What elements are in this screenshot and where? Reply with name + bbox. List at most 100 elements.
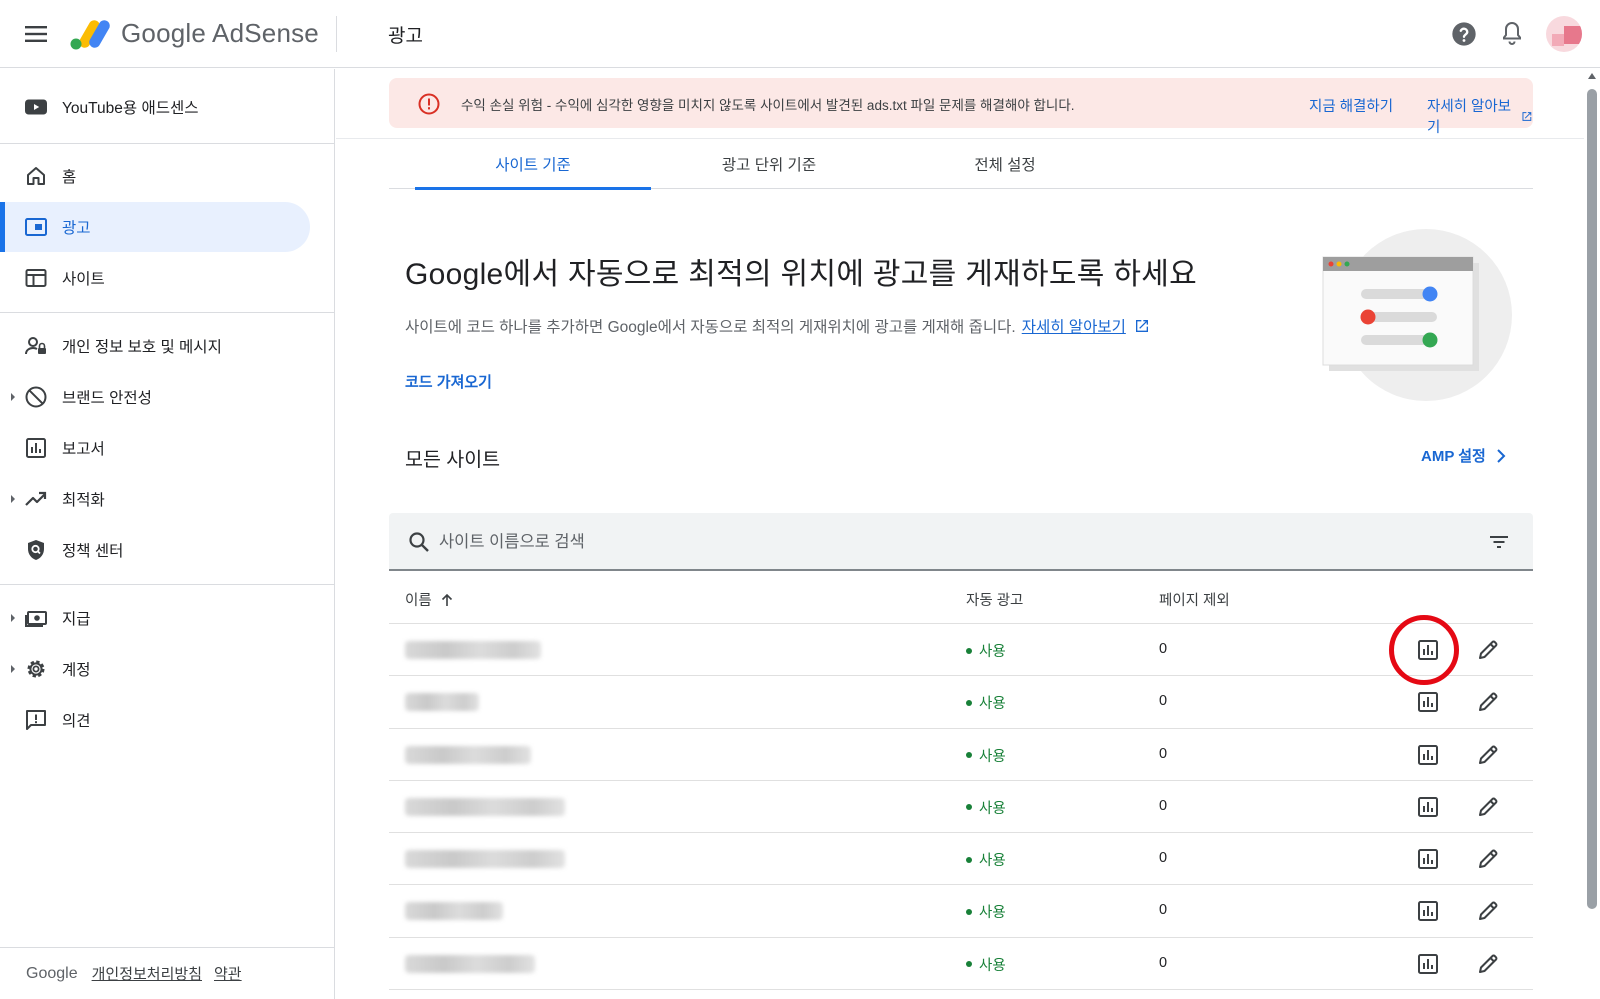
sidebar-item-account[interactable]: 계정 xyxy=(0,644,310,694)
fix-now-button[interactable]: 지금 해결하기 xyxy=(1309,95,1393,116)
column-header-name-label: 이름 xyxy=(405,593,432,609)
feedback-icon xyxy=(26,710,46,730)
auto-ads-status-label: 사용 xyxy=(979,800,1006,817)
sidebar-item-privacy-messaging[interactable]: 개인 정보 보호 및 메시지 xyxy=(0,321,310,371)
view-report-button[interactable] xyxy=(1416,899,1440,923)
sidebar-item-label: YouTube용 애드센스 xyxy=(62,100,199,117)
page-scrollbar[interactable] xyxy=(1584,69,1600,999)
site-name-redacted[interactable] xyxy=(405,850,565,869)
sidebar-item-reports[interactable]: 보고서 xyxy=(0,423,310,473)
filter-icon[interactable] xyxy=(1487,530,1511,554)
auto-ads-learn-more-link[interactable]: 자세히 알아보기 xyxy=(1022,315,1126,337)
auto-ads-status: 사용 xyxy=(966,745,1006,766)
table-row: 사용 0 xyxy=(389,781,1533,834)
notifications-button[interactable] xyxy=(1500,20,1526,48)
privacy-icon xyxy=(25,337,46,355)
edit-pencil-icon[interactable] xyxy=(1476,847,1500,871)
terms-link[interactable]: 약관 xyxy=(214,963,242,984)
side-navigation: YouTube용 애드센스 홈 광고 사이트 개인 정보 보호 및 메시지 브랜… xyxy=(0,69,335,999)
scrollbar-thumb[interactable] xyxy=(1587,89,1597,909)
open-in-new-icon xyxy=(1135,320,1148,332)
tab-by-ad-unit[interactable]: 광고 단위 기준 xyxy=(651,139,887,189)
status-dot xyxy=(966,699,972,706)
adsense-logo xyxy=(70,17,110,51)
main-menu-button[interactable] xyxy=(18,20,54,48)
account-avatar[interactable] xyxy=(1546,16,1582,52)
tab-by-site[interactable]: 사이트 기준 xyxy=(415,139,651,190)
site-name-redacted[interactable] xyxy=(405,641,541,659)
get-code-button[interactable]: 코드 가져오기 xyxy=(405,371,492,392)
edit-pencil-icon[interactable] xyxy=(1476,952,1500,976)
excluded-pages-count: 0 xyxy=(1159,850,1168,867)
sidebar-item-youtube[interactable]: YouTube용 애드센스 xyxy=(0,82,310,132)
site-search-input[interactable] xyxy=(439,525,1399,559)
status-dot xyxy=(966,908,972,915)
view-report-button[interactable] xyxy=(1416,638,1440,662)
expand-caret-icon xyxy=(11,665,15,673)
gear-icon xyxy=(27,660,45,678)
auto-ads-description: 사이트에 코드 하나를 추가하면 Google에서 자동으로 최적의 게재위치에… xyxy=(405,315,1150,337)
edit-pencil-icon[interactable] xyxy=(1476,743,1500,767)
site-name-redacted[interactable] xyxy=(405,797,565,816)
menu-icon xyxy=(25,26,47,42)
tab-global-settings[interactable]: 전체 설정 xyxy=(887,139,1123,189)
product-name: Google AdSense xyxy=(121,18,319,49)
edit-pencil-icon[interactable] xyxy=(1476,899,1500,923)
sidebar-item-policy-center[interactable]: 정책 센터 xyxy=(0,525,310,575)
edit-pencil-icon[interactable] xyxy=(1476,638,1500,662)
all-sites-heading: 모든 사이트 xyxy=(405,449,501,471)
status-dot xyxy=(966,647,972,654)
sidebar-item-sites[interactable]: 사이트 xyxy=(0,253,310,303)
edit-pencil-icon[interactable] xyxy=(1476,690,1500,714)
view-report-button[interactable] xyxy=(1416,743,1440,767)
bell-icon xyxy=(1503,21,1521,45)
site-name-redacted[interactable] xyxy=(405,745,531,764)
table-row: 사용 0 xyxy=(389,624,1533,677)
sidebar-item-label: 개인 정보 보호 및 메시지 xyxy=(62,339,222,356)
sidebar-item-home[interactable]: 홈 xyxy=(0,151,310,201)
privacy-policy-link[interactable]: 개인정보처리방침 xyxy=(92,963,202,984)
product-name-adsense: AdSense xyxy=(212,18,319,48)
ads-txt-alert-banner: 수익 손실 위험 - 수익에 심각한 영향을 미치지 않도록 사이트에서 발견된… xyxy=(389,78,1533,136)
amp-settings-link[interactable]: AMP 설정 xyxy=(1421,445,1506,466)
page-title: 광고 xyxy=(388,26,423,47)
site-name-redacted[interactable] xyxy=(405,902,503,921)
edit-pencil-icon[interactable] xyxy=(1476,795,1500,819)
column-header-excluded-pages: 페이지 제외 xyxy=(1159,593,1230,609)
status-dot xyxy=(966,856,972,863)
auto-ads-illustration xyxy=(1296,225,1516,405)
site-name-redacted[interactable] xyxy=(405,693,479,712)
help-button[interactable] xyxy=(1450,20,1478,48)
view-report-button[interactable] xyxy=(1416,690,1440,714)
reports-icon xyxy=(26,438,46,458)
open-in-new-icon xyxy=(1522,111,1532,121)
scroll-up-arrow-icon[interactable] xyxy=(1588,73,1596,79)
site-name-redacted[interactable] xyxy=(405,954,535,973)
sites-icon xyxy=(25,269,47,287)
search-icon xyxy=(409,532,429,552)
sidebar-item-optimization[interactable]: 최적화 xyxy=(0,474,310,524)
table-row: 사용 0 xyxy=(389,885,1533,938)
sidebar-item-brand-safety[interactable]: 브랜드 안전성 xyxy=(0,372,310,422)
sidebar-item-label: 홈 xyxy=(62,169,77,186)
view-report-button[interactable] xyxy=(1416,795,1440,819)
sidebar-item-feedback[interactable]: 의견 xyxy=(0,695,310,745)
youtube-icon xyxy=(25,99,47,115)
sidebar-item-ads[interactable]: 광고 xyxy=(0,202,310,252)
sidebar-item-label: 의견 xyxy=(62,713,91,730)
auto-ads-status: 사용 xyxy=(966,901,1006,922)
view-report-button[interactable] xyxy=(1416,952,1440,976)
column-header-name[interactable]: 이름 xyxy=(405,589,454,610)
auto-ads-status-label: 사용 xyxy=(979,905,1006,922)
sidebar-item-payments[interactable]: 지급 xyxy=(0,593,310,643)
auto-ads-status-label: 사용 xyxy=(979,853,1006,870)
amp-settings-label: AMP 설정 xyxy=(1421,448,1486,465)
expand-caret-icon xyxy=(11,495,15,503)
alert-learn-more-link[interactable]: 자세히 알아보기 xyxy=(1427,95,1533,137)
sites-table: 이름 자동 광고 페이지 제외 사용 0 사용 0 사용 0 사용 0 사용 0… xyxy=(389,571,1533,991)
alert-learn-more-label: 자세히 알아보기 xyxy=(1427,99,1512,136)
sidebar-divider xyxy=(0,312,335,313)
sidebar-footer: Google 개인정보처리방침 약관 xyxy=(0,947,335,999)
alert-message: 수익 손실 위험 - 수익에 심각한 영향을 미치지 않도록 사이트에서 발견된… xyxy=(461,98,1075,113)
view-report-button[interactable] xyxy=(1416,847,1440,871)
